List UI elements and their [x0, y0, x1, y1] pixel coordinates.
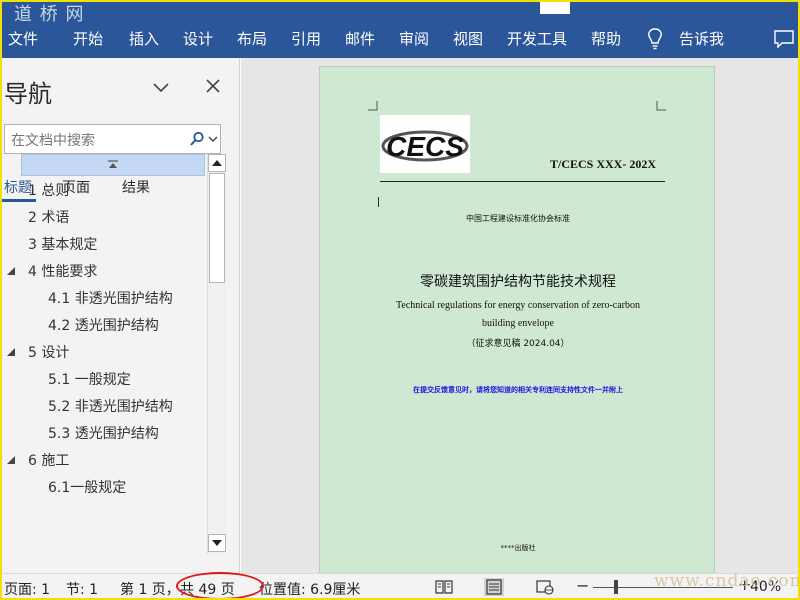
- heading-item[interactable]: 5.1 一般规定: [48, 369, 131, 389]
- heading-item[interactable]: 3 基本规定: [28, 234, 97, 254]
- cecs-logo: CECS: [380, 115, 470, 173]
- tab-references[interactable]: 引用: [291, 28, 321, 49]
- close-icon[interactable]: [205, 78, 221, 94]
- status-page[interactable]: 页面: 1: [4, 579, 50, 599]
- tell-me-label[interactable]: 告诉我: [679, 28, 724, 49]
- comment-icon[interactable]: [774, 30, 794, 48]
- tab-view[interactable]: 视图: [453, 28, 483, 49]
- site-watermark: www.cndao.com: [654, 571, 800, 591]
- title-en-line1: Technical regulations for energy conserv…: [395, 300, 640, 311]
- collapse-all-bar[interactable]: [21, 154, 205, 176]
- highlight-ellipse: [176, 572, 264, 600]
- crop-mark: [368, 101, 378, 111]
- heading-item[interactable]: 4.1 非透光围护结构: [48, 288, 173, 308]
- web-layout-icon[interactable]: [535, 578, 555, 596]
- tab-layout[interactable]: 布局: [237, 28, 267, 49]
- ribbon: 道 桥 网 文件 开始 插入 设计 布局 引用 邮件 审阅 视图 开发工具 帮助…: [0, 0, 800, 58]
- header-rule: [380, 181, 665, 182]
- nav-title: 导航: [4, 80, 52, 108]
- title-cn: 零碳建筑围护结构节能技术规程: [420, 274, 616, 290]
- tab-mailings[interactable]: 邮件: [345, 28, 375, 49]
- document-page[interactable]: CECS T/CECS XXX- 202X 中国工程建设标准化协会标准 零碳建筑…: [319, 66, 715, 576]
- cecs-logo-graphic: CECS: [381, 130, 469, 162]
- publisher: ****出版社: [500, 544, 536, 552]
- logo-text: CECS: [386, 131, 464, 162]
- expand-triangle-icon[interactable]: [6, 266, 16, 276]
- text-cursor: [378, 197, 379, 207]
- lightbulb-icon[interactable]: [646, 28, 664, 50]
- heading-item[interactable]: 6 施工: [28, 450, 69, 470]
- heading-item[interactable]: 6.1一般规定: [48, 477, 126, 497]
- tab-home[interactable]: 开始: [73, 28, 103, 49]
- scroll-up-button[interactable]: [208, 154, 226, 172]
- status-page-of[interactable]: 第 1 页，: [120, 579, 180, 599]
- heading-item[interactable]: 4.2 透光围护结构: [48, 315, 159, 335]
- chevron-down-icon[interactable]: [152, 80, 170, 94]
- tab-insert[interactable]: 插入: [129, 28, 159, 49]
- tab-review[interactable]: 审阅: [399, 28, 429, 49]
- nav-scrollbar[interactable]: [207, 154, 226, 554]
- crop-mark: [656, 101, 666, 111]
- heading-item[interactable]: 1 总则: [28, 180, 69, 200]
- title-bar-document-area: [540, 0, 570, 14]
- tab-file[interactable]: 文件: [8, 28, 38, 49]
- chevron-down-icon[interactable]: [208, 135, 218, 143]
- status-position[interactable]: 位置值: 6.9厘米: [259, 579, 360, 599]
- title-en-line2: building envelope: [482, 318, 554, 329]
- draft-note: （征求意见稿 2024.04）: [466, 339, 570, 349]
- title-bar: 道 桥 网: [0, 0, 800, 25]
- heading-item[interactable]: 5 设计: [28, 342, 69, 362]
- search-icon[interactable]: [189, 131, 205, 147]
- print-layout-icon[interactable]: [484, 578, 504, 596]
- arrow-down-icon: [212, 540, 222, 546]
- zoom-slider-thumb[interactable]: [614, 580, 618, 594]
- heading-item[interactable]: 5.2 非透光围护结构: [48, 396, 173, 416]
- heading-item[interactable]: 5.3 透光围护结构: [48, 423, 159, 443]
- ribbon-tabs: 文件 开始 插入 设计 布局 引用 邮件 审阅 视图 开发工具 帮助 告诉我: [0, 22, 800, 54]
- standard-number: T/CECS XXX- 202X: [550, 157, 657, 171]
- scroll-thumb[interactable]: [209, 173, 225, 283]
- heading-list: 1 总则 2 术语 3 基本规定 4 性能要求 4.1 非透光围护结构 4.2 透光围护结…: [0, 154, 208, 499]
- org-line: 中国工程建设标准化协会标准: [466, 214, 570, 223]
- expand-triangle-icon[interactable]: [6, 347, 16, 357]
- heading-item[interactable]: 2 术语: [28, 207, 69, 227]
- collapse-up-icon[interactable]: [107, 160, 119, 170]
- tab-design[interactable]: 设计: [183, 28, 213, 49]
- status-section[interactable]: 节: 1: [66, 579, 98, 599]
- nav-search-input[interactable]: 在文档中搜索: [11, 130, 95, 150]
- heading-item[interactable]: 4 性能要求: [28, 261, 97, 281]
- expand-triangle-icon[interactable]: [6, 455, 16, 465]
- document-area[interactable]: CECS T/CECS XXX- 202X 中国工程建设标准化协会标准 零碳建筑…: [241, 58, 800, 576]
- zoom-out-button[interactable]: −: [576, 576, 589, 595]
- read-mode-icon[interactable]: [434, 578, 454, 596]
- arrow-up-icon: [212, 160, 222, 166]
- patent-note: 在提交反馈意见时，请将您知道的相关专利连同支持性文件一并附上: [413, 386, 623, 394]
- scroll-down-button[interactable]: [208, 534, 226, 552]
- tab-developer[interactable]: 开发工具: [507, 28, 567, 49]
- tab-help[interactable]: 帮助: [591, 28, 621, 49]
- nav-search-box[interactable]: 在文档中搜索: [4, 124, 221, 154]
